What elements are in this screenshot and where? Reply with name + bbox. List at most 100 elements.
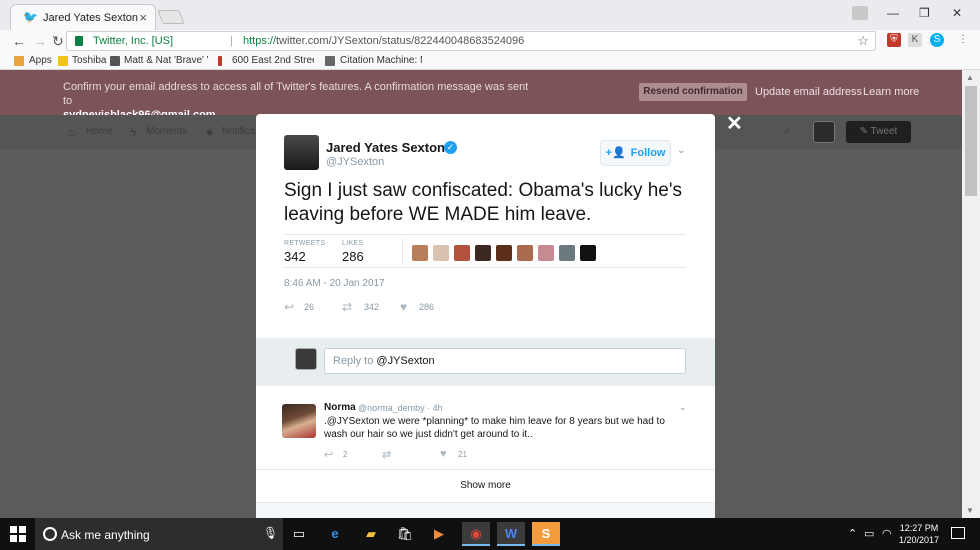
search-icon[interactable]: ⌕	[784, 125, 790, 138]
windows-start-icon[interactable]	[10, 526, 26, 542]
author-name[interactable]: Jared Yates Sexton	[326, 140, 445, 155]
word-icon[interactable]: W	[497, 522, 525, 546]
retweet-icon[interactable]: ⇄	[382, 448, 391, 461]
liker-avatar[interactable]	[580, 245, 596, 261]
notification-center-icon[interactable]	[951, 527, 965, 539]
reply-input[interactable]: Reply to @JYSexton	[324, 348, 686, 374]
new-tab-button[interactable]	[157, 10, 185, 24]
resend-confirmation-button[interactable]: Resend confirmation	[639, 83, 747, 101]
skype-icon[interactable]: S	[532, 522, 560, 546]
url-text: twitter.com/JYSexton/status/822440048683…	[276, 35, 525, 47]
likes-count[interactable]: 286	[342, 249, 364, 264]
liker-avatar[interactable]	[538, 245, 554, 261]
nav-notifications[interactable]: Notifica	[222, 126, 255, 137]
update-email-link[interactable]: Update email address	[755, 86, 862, 98]
reply-count: 26	[304, 302, 315, 312]
chevron-down-icon[interactable]: ⌄	[677, 145, 685, 156]
bookmark-site-icon	[218, 56, 222, 66]
retweets-label: RETWEETS	[284, 240, 326, 247]
author-handle[interactable]: @JYSexton	[326, 156, 384, 168]
task-view-icon[interactable]: ▭	[285, 522, 313, 546]
bookmark-star-icon[interactable]: ☆	[857, 33, 869, 49]
follow-button[interactable]: +👤 Follow	[600, 140, 671, 166]
learn-more-link[interactable]: Learn more	[863, 86, 919, 98]
retweets-count[interactable]: 342	[284, 249, 306, 264]
show-more-button[interactable]: Show more	[256, 471, 715, 501]
cortana-search[interactable]: Ask me anything 🎙	[35, 518, 283, 550]
reply-icon[interactable]: ↩	[284, 300, 294, 314]
browser-tab[interactable]: 🐦 Jared Yates Sexton on Tw ×	[10, 4, 156, 30]
close-tab-icon[interactable]: ×	[139, 10, 147, 25]
avatar	[295, 348, 317, 370]
moments-icon: ϟ	[130, 125, 137, 139]
url-protocol: https://	[243, 35, 277, 47]
reply-age[interactable]: 4h	[433, 403, 443, 413]
minimize-icon[interactable]: —	[887, 6, 899, 20]
email-confirmation-banner: Confirm your email address to access all…	[0, 70, 962, 121]
bookmark-site-icon	[110, 56, 120, 66]
profile-icon[interactable]	[852, 6, 868, 20]
home-icon: ⌂	[68, 125, 76, 139]
close-window-icon[interactable]: ✕	[952, 6, 962, 20]
author-avatar[interactable]	[284, 135, 319, 170]
menu-icon[interactable]: ⋮	[956, 33, 970, 47]
nav-home[interactable]: Home	[86, 126, 113, 137]
verified-badge-icon: ✓	[444, 141, 457, 154]
clock-date: 1/20/2017	[898, 535, 940, 545]
liker-avatar[interactable]	[496, 245, 512, 261]
chrome-icon[interactable]: ◉	[462, 522, 490, 546]
liker-avatar[interactable]	[559, 245, 575, 261]
store-icon[interactable]: 🛍	[391, 522, 419, 546]
extension-k-icon[interactable]: K	[908, 33, 922, 47]
reply-author-avatar[interactable]	[282, 404, 316, 438]
file-explorer-icon[interactable]: ▰	[357, 522, 385, 546]
reply-placeholder: Reply to	[333, 355, 377, 367]
skype-extension-icon[interactable]: S	[930, 33, 944, 47]
bookmark-toshiba[interactable]: Toshiba	[72, 55, 106, 66]
retweet-icon[interactable]: ⇄	[342, 300, 352, 314]
reply-icon[interactable]: ↩	[324, 448, 333, 461]
extension-shield-icon[interactable]: ⛨	[887, 33, 901, 47]
reply-tweet[interactable]: Norma @norma_demby · 4h ⌄ .@JYSexton we …	[256, 394, 715, 470]
tab-title: Jared Yates Sexton on Tw	[43, 12, 139, 24]
tweet-actions: ↩ 26 ⇄ 342 ♥ 286	[284, 300, 484, 316]
restore-icon[interactable]: ❐	[919, 6, 930, 20]
battery-icon[interactable]: ▭	[864, 527, 874, 540]
chevron-down-icon[interactable]: ⌄	[679, 402, 687, 413]
reply-author-handle[interactable]: @norma_demby	[358, 403, 425, 413]
liker-avatar[interactable]	[475, 245, 491, 261]
liker-avatar[interactable]	[454, 245, 470, 261]
back-icon[interactable]: ←	[12, 33, 26, 49]
liker-avatar[interactable]	[412, 245, 428, 261]
scrollbar-thumb[interactable]	[965, 86, 977, 196]
system-clock[interactable]: 12:27 PM 1/20/2017	[897, 522, 941, 546]
scroll-down-icon[interactable]: ▼	[966, 506, 974, 515]
security-label: Twitter, Inc. [US]	[93, 35, 174, 47]
edge-icon[interactable]: e	[321, 522, 349, 546]
tweet-timestamp[interactable]: 8:46 AM - 20 Jan 2017	[284, 278, 385, 289]
scrollbar[interactable]: ▲ ▼	[962, 70, 980, 518]
cortana-icon	[43, 527, 57, 541]
nav-moments[interactable]: Moments	[146, 126, 187, 137]
media-player-icon[interactable]: ▶	[425, 522, 453, 546]
scroll-up-icon[interactable]: ▲	[966, 73, 974, 82]
bookmark-apps[interactable]: Apps	[29, 55, 52, 66]
bookmark-600-east[interactable]: 600 East 2nd Street #	[232, 55, 314, 66]
tweet-modal: Jared Yates Sexton ✓ @JYSexton +👤 Follow …	[256, 114, 715, 518]
wifi-icon[interactable]: ◠	[882, 527, 892, 540]
liker-avatar[interactable]	[433, 245, 449, 261]
liker-avatar[interactable]	[517, 245, 533, 261]
microphone-icon[interactable]: 🎙	[263, 526, 278, 540]
bookmark-citation-machine[interactable]: Citation Machine: ML	[340, 55, 422, 66]
like-heart-icon[interactable]: ♥	[400, 300, 407, 314]
like-heart-icon[interactable]: ♥	[440, 448, 447, 460]
avatar[interactable]	[813, 121, 835, 143]
reload-icon[interactable]: ↻	[52, 33, 64, 50]
tweet-button[interactable]: ✎ Tweet	[846, 121, 911, 143]
address-bar[interactable]: Twitter, Inc. [US] | https:// twitter.co…	[66, 31, 876, 51]
bookmark-matt-nat[interactable]: Matt & Nat 'Brave' Ve	[124, 55, 208, 66]
forward-icon[interactable]: →	[33, 33, 47, 49]
tray-chevron-up-icon[interactable]: ⌃	[848, 527, 857, 540]
close-modal-icon[interactable]: ✕	[726, 111, 743, 136]
reply-author-name[interactable]: Norma	[324, 402, 356, 413]
